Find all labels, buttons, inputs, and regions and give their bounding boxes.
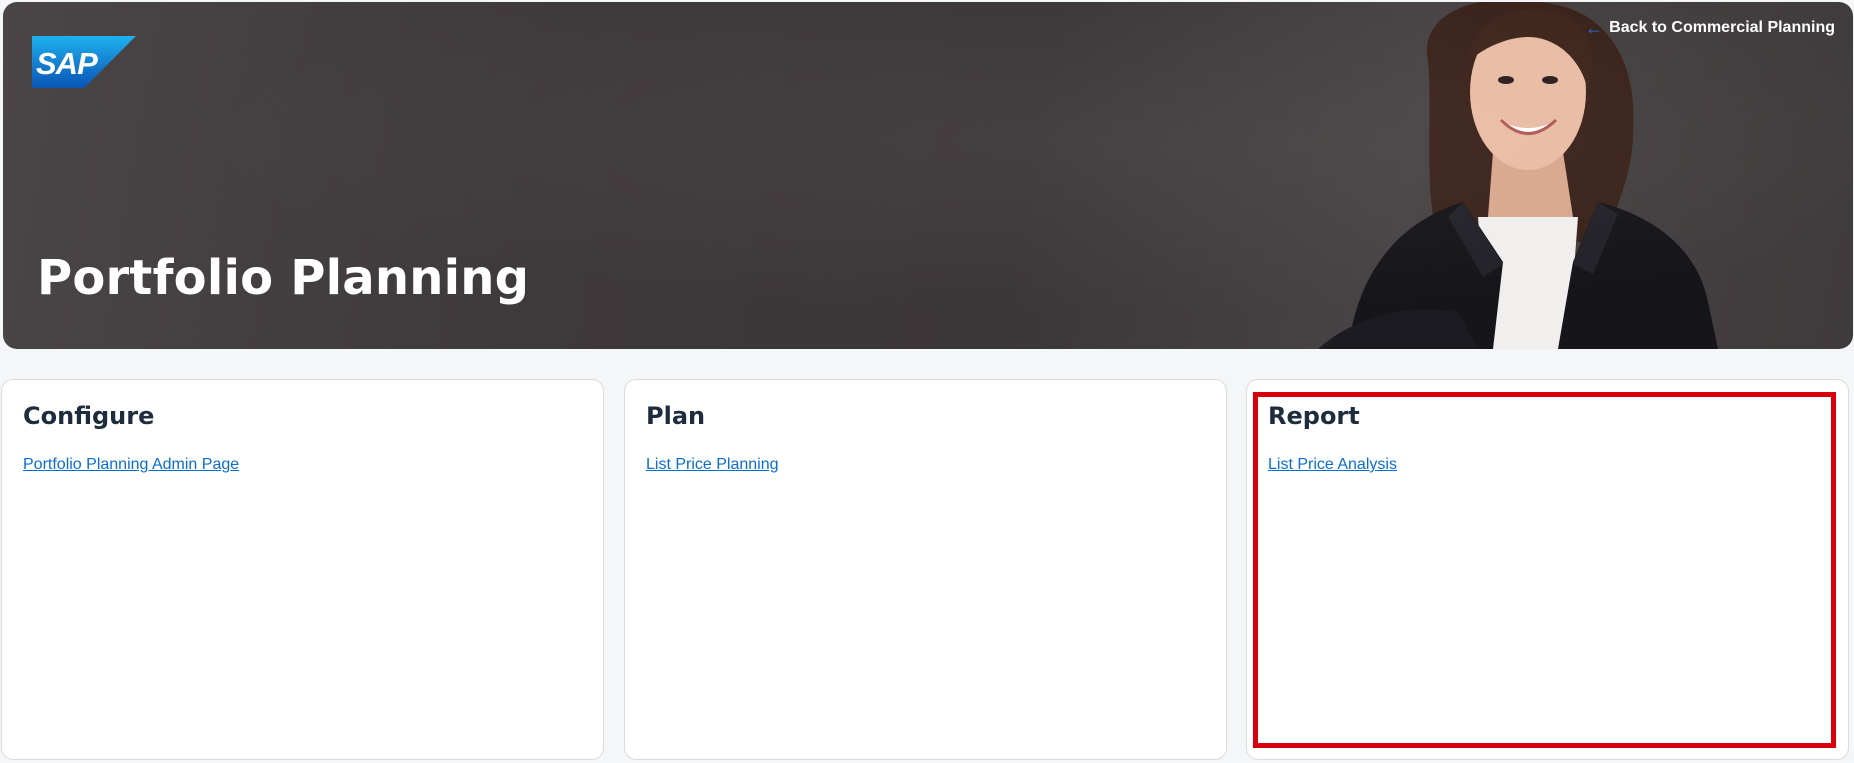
card-title: Report [1268,402,1360,430]
card-configure: Configure Portfolio Planning Admin Page [1,379,604,760]
sap-logo-text: SAP [36,46,98,81]
page-title: Portfolio Planning [37,250,530,306]
list-price-analysis-link[interactable]: List Price Analysis [1268,456,1397,474]
back-link-label: Back to Commercial Planning [1609,19,1835,36]
card-title: Configure [23,402,155,430]
card-report: Report List Price Analysis [1246,379,1849,760]
back-to-commercial-planning-link[interactable]: ← Back to Commercial Planning [1585,19,1835,37]
card-title: Plan [646,402,706,430]
card-plan: Plan List Price Planning [624,379,1227,760]
arrow-left-icon: ← [1585,18,1604,38]
list-price-planning-link[interactable]: List Price Planning [646,456,779,474]
person-photo [1288,2,1758,349]
sap-logo: SAP [32,36,136,88]
portfolio-planning-admin-link[interactable]: Portfolio Planning Admin Page [23,456,239,474]
hero-banner: SAP Portfolio Planning ← Back to Commerc… [3,2,1853,349]
